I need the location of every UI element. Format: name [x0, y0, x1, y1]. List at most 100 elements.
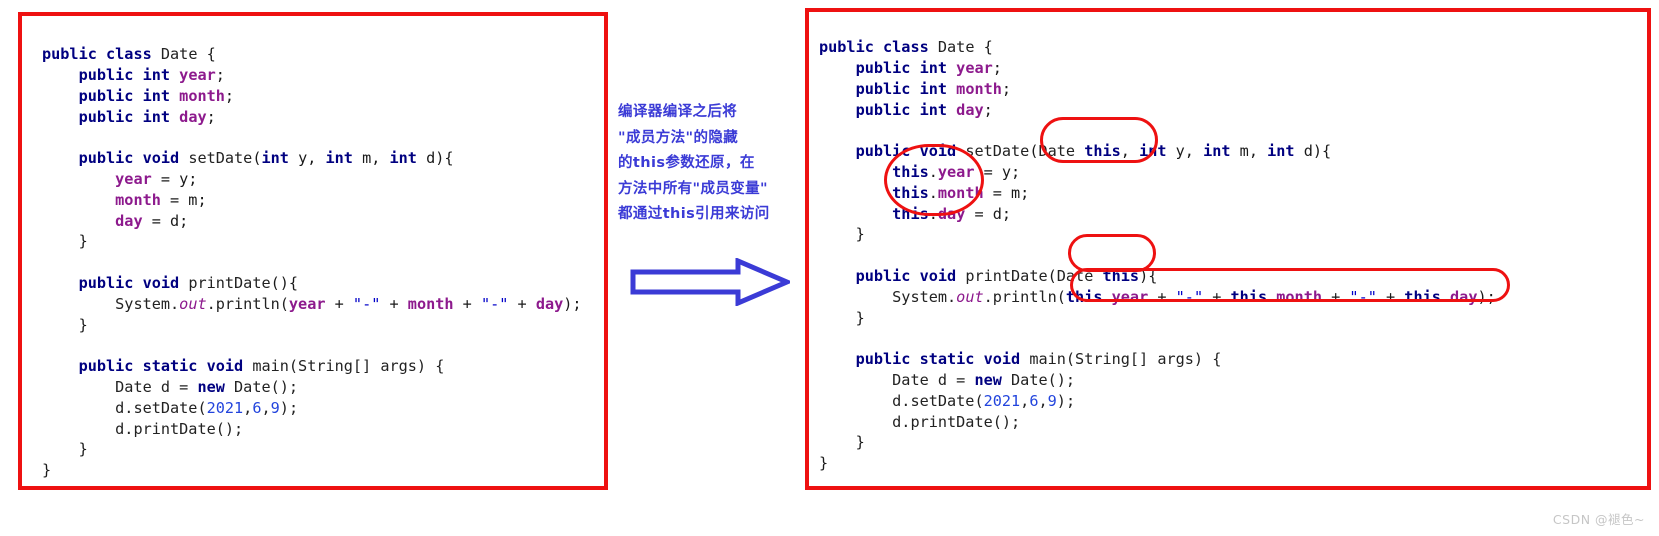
code-token: = m; [983, 183, 1030, 202]
code-token: printDate [965, 266, 1048, 285]
code-token: public [855, 58, 920, 77]
code-token: class [106, 45, 161, 64]
code-token: ); [1056, 391, 1076, 410]
code-token: (String[] args) { [288, 357, 445, 376]
code-token: . [1102, 287, 1112, 306]
code-token: printDate [188, 273, 271, 292]
code-token: ; [224, 86, 235, 105]
code-token: public [855, 350, 920, 369]
code-token: this [1102, 266, 1140, 285]
code-token: } [819, 454, 829, 473]
code-token: month [1276, 287, 1322, 306]
code-token: "-" [352, 294, 381, 313]
code-token: void [983, 350, 1030, 369]
code-token: d.setDate( [115, 398, 207, 417]
code-token: this [1084, 142, 1121, 161]
code-token: month [937, 183, 984, 202]
code-token: 9 [1047, 391, 1057, 410]
code-token: "-" [1175, 287, 1204, 306]
code-token: . [1440, 287, 1451, 306]
code-token: ){ [1139, 266, 1158, 285]
code-token: class [883, 38, 938, 57]
code-token: int [142, 107, 180, 126]
code-token: int [919, 100, 957, 119]
code-token: this [892, 183, 929, 202]
code-token: + [453, 294, 481, 313]
code-token: 9 [270, 398, 280, 417]
code-token: public [78, 357, 143, 376]
code-token: setDate [188, 149, 253, 168]
code-token: new [197, 377, 225, 396]
code-token: public [819, 38, 884, 57]
code-token: } [42, 315, 88, 334]
code-token: this [1065, 287, 1103, 306]
code-token: year [115, 169, 152, 188]
code-token: day [937, 204, 966, 223]
code-token: ; [992, 58, 1002, 77]
code-token: , [1020, 391, 1030, 410]
code-token: } [819, 433, 865, 452]
code-token: int [919, 79, 957, 98]
code-token: public [78, 273, 143, 292]
code-token: } [42, 461, 52, 480]
code-token: int [1267, 142, 1295, 161]
code-token: public [78, 65, 143, 84]
code-token: ; [1001, 79, 1012, 98]
code-token: } [42, 232, 88, 251]
code-token: + [1148, 287, 1176, 306]
code-token: Date [160, 45, 198, 64]
code-token: = m; [160, 190, 207, 209]
code-token: public [855, 79, 920, 98]
code-token: . [928, 183, 938, 202]
code-token: { [197, 45, 216, 64]
code-token: ); [563, 294, 582, 313]
code-token: = d; [965, 204, 1012, 223]
code-token: public [855, 100, 920, 119]
code-token: (){ [270, 273, 299, 292]
code-token: public [78, 86, 143, 105]
code-token: this [1404, 287, 1441, 306]
code-token: public [855, 142, 920, 161]
code-token: public [78, 107, 143, 126]
code-token: month [179, 86, 225, 105]
explanation-line: 编译器编译之后将 [618, 104, 738, 120]
code-token: int [325, 149, 353, 168]
code-token: void [142, 149, 189, 168]
explanation-line: 都通过this引用来访问 [618, 206, 770, 222]
code-token: int [142, 86, 180, 105]
code-token: { [974, 38, 993, 57]
code-token: Date [937, 38, 975, 57]
code-token: day [179, 107, 207, 126]
code-token: } [819, 308, 865, 327]
code-token: public [855, 266, 920, 285]
code-token: static [142, 357, 207, 376]
code-token: d){ [416, 149, 454, 168]
code-token: . [1267, 287, 1277, 306]
code-token: main [1029, 350, 1066, 369]
code-token: m, [352, 149, 390, 168]
code-token: void [919, 142, 966, 161]
code-token: + [380, 294, 408, 313]
code-token: + [1203, 287, 1231, 306]
code-token: . [928, 162, 938, 181]
explanation-block: 编译器编译之后将 "成员方法"的隐藏 的this参数还原，在 方法中所有"成员变… [618, 100, 798, 228]
code-token: int [142, 65, 180, 84]
